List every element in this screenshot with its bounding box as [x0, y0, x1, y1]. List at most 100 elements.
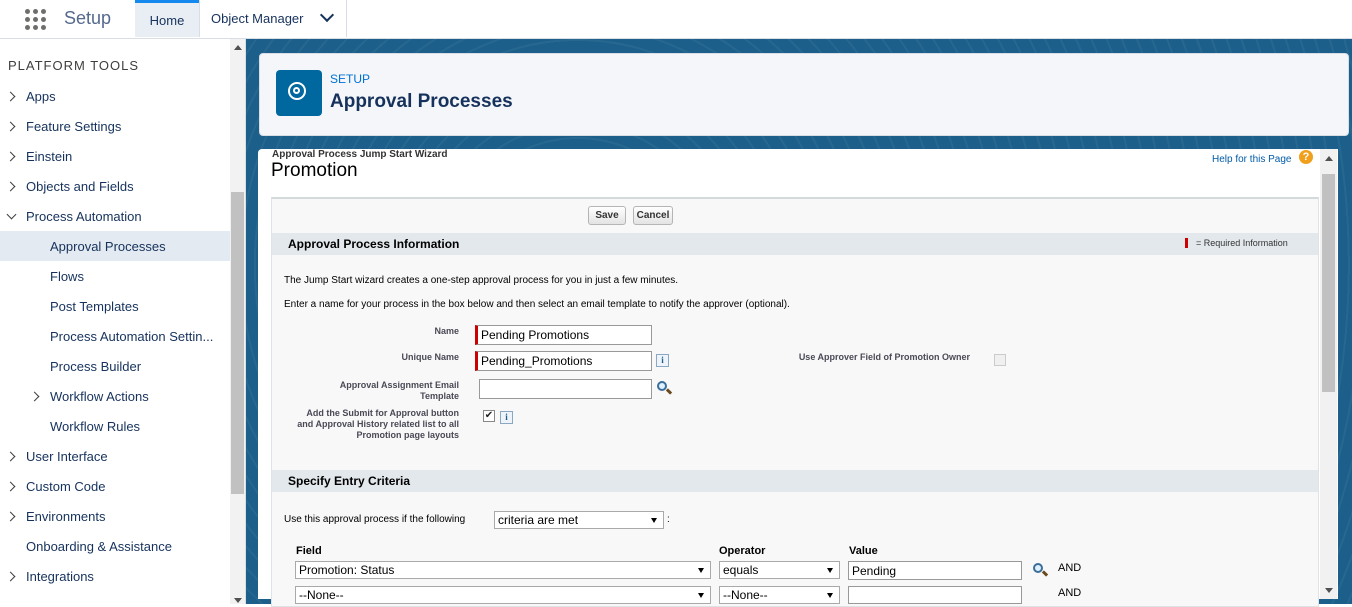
required-legend: = Required Information — [1196, 238, 1288, 248]
scroll-down-arrow-icon[interactable] — [234, 598, 242, 603]
email-template-input[interactable] — [479, 379, 652, 399]
chevron-right-icon — [5, 151, 16, 162]
section-header-entry-criteria: Specify Entry Criteria — [272, 470, 1318, 492]
dropdown-arrow-icon — [827, 593, 833, 598]
sidebar-item-process-builder[interactable]: Process Builder — [0, 351, 230, 381]
criteria-select[interactable]: criteria are met — [494, 511, 664, 529]
criteria-value-input[interactable] — [848, 586, 1022, 604]
chevron-right-icon — [5, 181, 16, 192]
dropdown-arrow-icon — [651, 518, 657, 523]
tab-home[interactable]: Home — [135, 0, 199, 37]
info-icon[interactable]: i — [500, 411, 513, 424]
page-header: SETUP Approval Processes — [259, 53, 1349, 136]
criteria-colon: : — [667, 514, 670, 525]
lookup-icon[interactable] — [1032, 562, 1049, 578]
sidebar-item-label: User Interface — [26, 448, 108, 464]
sidebar-item-label: Custom Code — [26, 478, 106, 494]
sidebar-item-workflow-rules[interactable]: Workflow Rules — [0, 411, 230, 441]
sidebar-item-custom-code[interactable]: Custom Code — [0, 471, 230, 501]
sidebar-item-user-interface[interactable]: User Interface — [0, 441, 230, 471]
conjunction-and: AND — [1058, 562, 1082, 574]
cancel-button[interactable]: Cancel — [633, 206, 673, 225]
sidebar-item-label: Workflow Actions — [50, 388, 149, 404]
sidebar-item-label: Workflow Rules — [50, 418, 141, 434]
intro-text-1: The Jump Start wizard creates a one-step… — [284, 275, 679, 286]
submit-for-approval-label: Add the Submit for Approval button and A… — [297, 408, 459, 440]
help-icon[interactable]: ? — [1299, 150, 1313, 164]
criteria-field-select[interactable]: Promotion: Status — [295, 561, 711, 579]
name-input[interactable]: Pending Promotions — [475, 325, 652, 345]
sidebar-item-objects-and-fields[interactable]: Objects and Fields — [0, 171, 230, 201]
sidebar-item-label: Feature Settings — [26, 118, 122, 134]
column-header-field: Field — [296, 545, 322, 557]
sidebar-item-label: Post Templates — [50, 298, 139, 314]
scroll-up-arrow-icon[interactable] — [234, 45, 242, 50]
section-title: Specify Entry Criteria — [288, 474, 411, 488]
dropdown-arrow-icon — [698, 568, 704, 573]
unique-name-input[interactable]: Pending_Promotions — [475, 351, 652, 371]
sidebar-heading: PLATFORM TOOLS — [8, 58, 140, 73]
criteria-operator-value: equals — [723, 563, 759, 577]
section-title: Approval Process Information — [288, 237, 460, 251]
sidebar-item-apps[interactable]: Apps — [0, 81, 230, 111]
setup-sidebar: PLATFORM TOOLS Apps Feature Settings Ein… — [0, 39, 246, 604]
sidebar-item-label: Objects and Fields — [26, 178, 134, 194]
chevron-right-icon — [5, 481, 16, 492]
sidebar-item-label: Onboarding & Assistance — [26, 538, 172, 554]
sidebar-item-flows[interactable]: Flows — [0, 261, 230, 291]
sidebar-item-label: Flows — [50, 268, 84, 284]
chevron-down-icon[interactable] — [319, 7, 335, 23]
chevron-right-icon — [5, 121, 16, 132]
scroll-down-arrow-icon[interactable] — [1325, 588, 1333, 593]
help-link[interactable]: Help for this Page — [1212, 154, 1292, 165]
sidebar-scrollbar-thumb[interactable] — [231, 192, 244, 494]
conjunction-and: AND — [1058, 587, 1082, 599]
dropdown-arrow-icon — [698, 593, 704, 598]
top-bar: Setup Home Object Manager — [0, 0, 1352, 39]
sidebar-item-label: Environments — [26, 508, 106, 524]
criteria-value-input[interactable]: Pending — [848, 561, 1022, 580]
chevron-right-icon — [5, 91, 16, 102]
sidebar-item-process-automation[interactable]: Process Automation — [0, 201, 230, 231]
sidebar-item-label: Einstein — [26, 148, 73, 164]
criteria-operator-select[interactable]: --None-- — [719, 586, 840, 604]
chevron-down-icon — [6, 209, 17, 220]
sidebar-item-workflow-actions[interactable]: Workflow Actions — [0, 381, 230, 411]
approver-field-label: Use Approver Field of Promotion Owner — [798, 352, 970, 362]
criteria-field-select[interactable]: --None-- — [295, 586, 711, 604]
lookup-icon[interactable] — [656, 380, 673, 396]
tab-object-manager-label: Object Manager — [211, 11, 304, 26]
criteria-select-value: criteria are met — [498, 513, 579, 527]
column-header-value: Value — [849, 545, 878, 557]
sidebar-item-onboarding-assistance[interactable]: Onboarding & Assistance — [0, 531, 230, 561]
section-header-approval-info: Approval Process Information — [272, 233, 1318, 255]
sidebar-item-label: Process Builder — [50, 358, 142, 374]
sidebar-item-label: Process Automation — [26, 208, 142, 224]
approver-field-checkbox[interactable] — [994, 354, 1006, 366]
sidebar-item-integrations[interactable]: Integrations — [0, 561, 230, 591]
name-label: Name — [434, 326, 459, 336]
scroll-up-arrow-icon[interactable] — [1325, 156, 1333, 161]
page-title: Approval Processes — [330, 91, 513, 112]
save-button[interactable]: Save — [588, 206, 626, 225]
content-scrollbar-thumb[interactable] — [1322, 174, 1335, 392]
wizard-label: Approval Process Jump Start Wizard — [272, 149, 448, 160]
form-container — [271, 197, 1319, 607]
sidebar-item-label: Apps — [26, 88, 56, 104]
intro-text-2: Enter a name for your process in the box… — [284, 299, 790, 310]
chevron-right-icon — [5, 511, 16, 522]
tab-object-manager[interactable]: Object Manager — [199, 0, 347, 37]
sidebar-item-approval-processes[interactable]: Approval Processes — [0, 231, 230, 261]
info-icon[interactable]: i — [656, 354, 669, 367]
setup-gear-icon — [276, 70, 322, 116]
submit-for-approval-checkbox[interactable]: ✔ — [483, 410, 495, 422]
sidebar-item-post-templates[interactable]: Post Templates — [0, 291, 230, 321]
sidebar-item-process-automation-settings[interactable]: Process Automation Settin... — [0, 321, 230, 351]
sidebar-item-einstein[interactable]: Einstein — [0, 141, 230, 171]
sidebar-item-environments[interactable]: Environments — [0, 501, 230, 531]
sidebar-item-feature-settings[interactable]: Feature Settings — [0, 111, 230, 141]
app-launcher-icon[interactable] — [25, 9, 47, 31]
app-name: Setup — [64, 8, 112, 28]
criteria-operator-select[interactable]: equals — [719, 561, 840, 579]
breadcrumb[interactable]: SETUP — [330, 72, 370, 86]
